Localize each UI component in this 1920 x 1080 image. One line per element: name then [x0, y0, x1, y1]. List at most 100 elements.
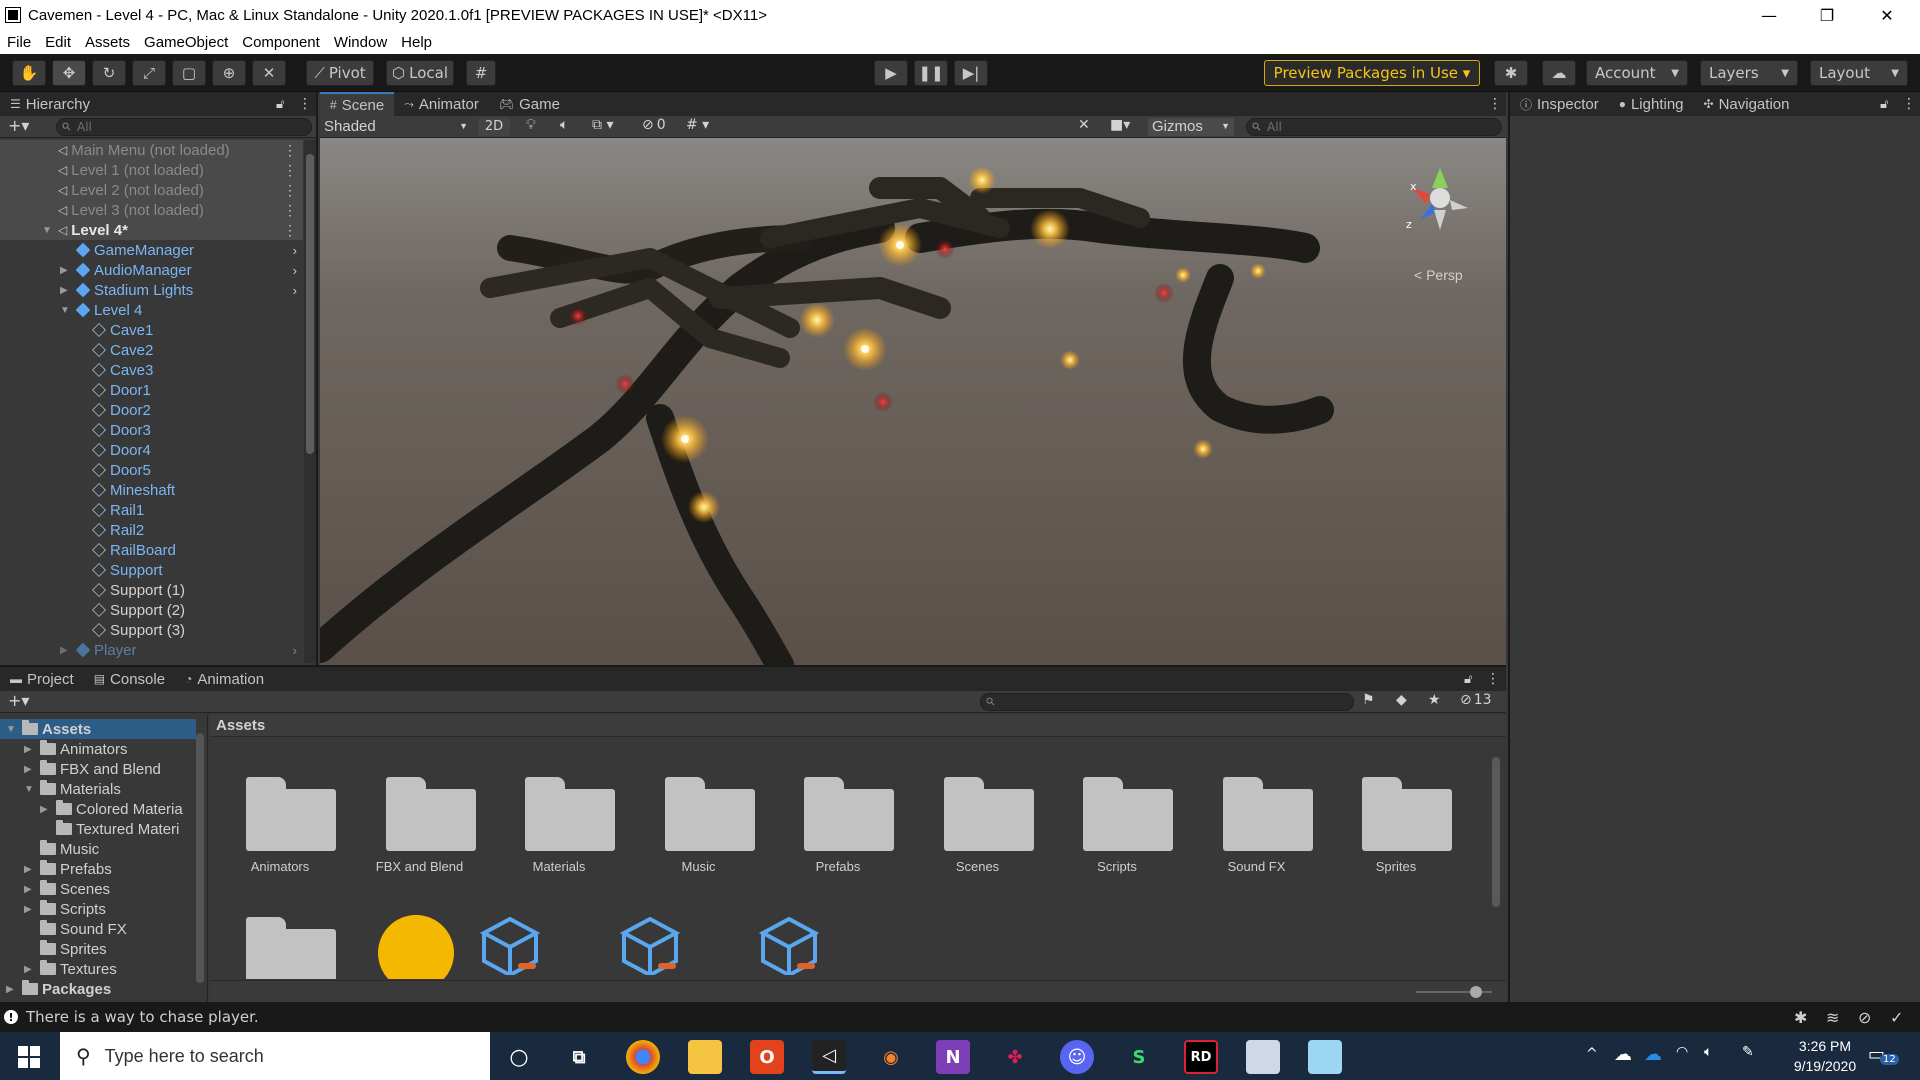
hidden-packages-icon[interactable]: ⊘ 13	[1460, 692, 1492, 708]
expand-right-icon[interactable]: ▶	[24, 964, 32, 975]
hierarchy-row[interactable]: Rail1	[0, 500, 303, 520]
kebab-icon[interactable]: ⋮	[1902, 96, 1916, 112]
layers-status-icon[interactable]: ≋	[1826, 1008, 1839, 1027]
expand-right-icon[interactable]: ▶	[60, 285, 68, 296]
asset-folder[interactable]	[210, 889, 350, 979]
scrollbar-thumb[interactable]	[306, 154, 314, 454]
clock[interactable]: 3:26 PM 9/19/2020	[1770, 1036, 1880, 1076]
asset-folder[interactable]: Animators	[210, 739, 350, 874]
hierarchy-row[interactable]: ◁ Level 3 (not loaded) ⋮	[0, 200, 303, 220]
chevron-right-icon[interactable]: ›	[293, 283, 297, 298]
app-icon[interactable]	[1308, 1040, 1342, 1074]
hierarchy-row[interactable]: Cave1	[0, 320, 303, 340]
hierarchy-row[interactable]: Door4	[0, 440, 303, 460]
sprite-asset[interactable]	[378, 915, 454, 979]
expand-right-icon[interactable]: ▶	[60, 265, 68, 276]
asset-folder[interactable]: Sprites	[1326, 739, 1466, 874]
breadcrumb[interactable]: Assets	[210, 715, 1506, 737]
tree-scrollbar[interactable]	[196, 719, 204, 999]
tools-icon[interactable]: ✕	[1078, 117, 1090, 133]
kebab-icon[interactable]: ⋮	[283, 222, 297, 239]
onedrive-icon[interactable]: ☁	[1614, 1044, 1632, 1065]
windows-start-icon[interactable]	[18, 1046, 40, 1068]
asset-folder[interactable]: Music	[629, 739, 769, 874]
asset-folder[interactable]: Prefabs	[768, 739, 908, 874]
chevron-up-icon[interactable]: ^	[1586, 1046, 1598, 1062]
hierarchy-row[interactable]: Mineshaft	[0, 480, 303, 500]
pause-button[interactable]: ❚❚	[914, 60, 948, 86]
onedrive-business-icon[interactable]: ☁	[1644, 1044, 1662, 1065]
file-explorer-icon[interactable]	[688, 1040, 722, 1074]
asset-folder[interactable]: Scripts	[1047, 739, 1187, 874]
expand-right-icon[interactable]: ▶	[24, 904, 32, 915]
unity-taskbar-icon[interactable]: ◁	[812, 1040, 846, 1074]
kebab-icon[interactable]: ⋮	[283, 202, 297, 219]
move-tool-icon[interactable]: ✥	[52, 60, 86, 86]
rotate-tool-icon[interactable]: ↻	[92, 60, 126, 86]
collab-icon[interactable]: ✱	[1494, 60, 1528, 86]
project-tree-item[interactable]: ▶ Packages	[0, 979, 196, 999]
hierarchy-row[interactable]: ▼ Level 4	[0, 300, 303, 320]
tab-navigation[interactable]: ✣ Navigation	[1694, 92, 1800, 116]
perspective-label[interactable]: < Persp	[1414, 267, 1463, 283]
camera-icon[interactable]: ■▾	[1110, 117, 1130, 133]
project-tree-item[interactable]: Sprites	[0, 939, 196, 959]
onenote-icon[interactable]: N	[936, 1040, 970, 1074]
chevron-right-icon[interactable]: ›	[293, 243, 297, 258]
kebab-icon[interactable]: ⋮	[283, 142, 297, 159]
menu-help[interactable]: Help	[394, 34, 439, 51]
scene-search[interactable]: All	[1246, 118, 1502, 136]
grid-scrollbar[interactable]	[1492, 747, 1500, 977]
zoom-slider-thumb[interactable]	[1470, 986, 1482, 998]
grid-snap-icon[interactable]: #	[466, 60, 496, 86]
hierarchy-row[interactable]: ◁ Level 1 (not loaded) ⋮	[0, 160, 303, 180]
project-tree-item[interactable]: ▶ Prefabs	[0, 859, 196, 879]
project-tree-item[interactable]: ▶ Scripts	[0, 899, 196, 919]
tab-lighting[interactable]: ● Lighting	[1609, 92, 1694, 116]
add-icon[interactable]: +▾	[8, 116, 29, 135]
hierarchy-scrollbar[interactable]	[304, 140, 316, 663]
blender-icon[interactable]: ◉	[874, 1040, 908, 1074]
chevron-right-icon[interactable]: ›	[293, 263, 297, 278]
lock-icon[interactable]: 🔓︎	[276, 97, 284, 112]
network-icon[interactable]: ⊘	[1858, 1008, 1871, 1027]
hierarchy-row[interactable]: Support (2)	[0, 600, 303, 620]
scale-tool-icon[interactable]: ⤢	[132, 60, 166, 86]
project-tree-item[interactable]: ▶ Textures	[0, 959, 196, 979]
hierarchy-row[interactable]: ▼ ◁ Level 4* ⋮	[0, 220, 303, 240]
prefab-asset-icon[interactable]	[759, 915, 819, 975]
taskbar-search[interactable]: ⚲ Type here to search	[60, 1032, 490, 1080]
restore-icon[interactable]: ❐	[1798, 0, 1856, 30]
expand-down-icon[interactable]: ▼	[60, 305, 70, 316]
discord-icon[interactable]: ☺	[1060, 1040, 1094, 1074]
prefab-asset-icon[interactable]	[619, 915, 680, 975]
prefab-asset-icon[interactable]	[480, 915, 540, 975]
expand-down-icon[interactable]: ▼	[6, 724, 16, 735]
pivot-toggle[interactable]: ⟋ Pivot	[306, 60, 374, 86]
hierarchy-row[interactable]: ▶ Player ›	[0, 640, 303, 660]
hierarchy-row[interactable]: Door5	[0, 460, 303, 480]
project-tree-item[interactable]: ▶ Animators	[0, 739, 196, 759]
expand-down-icon[interactable]: ▼	[42, 225, 52, 236]
hierarchy-row[interactable]: Rail2	[0, 520, 303, 540]
favorite-icon[interactable]: ★	[1428, 692, 1441, 708]
tab-animator[interactable]: ⤳ Animator	[394, 92, 489, 116]
rect-tool-icon[interactable]: ▢	[172, 60, 206, 86]
tab-game[interactable]: 🎮︎ Game	[489, 92, 570, 116]
scene-viewport[interactable]: x z < Persp	[320, 138, 1506, 665]
hierarchy-search[interactable]: All	[56, 118, 312, 136]
expand-down-icon[interactable]: ▼	[24, 784, 34, 795]
layout-dropdown[interactable]: Layout ▼	[1810, 60, 1908, 86]
tab-console[interactable]: ▤ Console	[84, 667, 175, 691]
hierarchy-row[interactable]: ▶ Stadium Lights ›	[0, 280, 303, 300]
label-icon[interactable]: ◆	[1396, 692, 1407, 708]
asset-folder[interactable]: Sound FX	[1187, 739, 1327, 874]
local-toggle[interactable]: ⬡ Local	[386, 60, 454, 86]
2d-toggle[interactable]: 2D	[478, 118, 510, 136]
project-tree-item[interactable]: ▶ FBX and Blend	[0, 759, 196, 779]
office-icon[interactable]: O	[750, 1040, 784, 1074]
asset-folder[interactable]: Scenes	[908, 739, 1048, 874]
transform-tool-icon[interactable]: ⊕	[212, 60, 246, 86]
chrome-icon[interactable]	[626, 1040, 660, 1074]
asset-folder[interactable]: Materials	[489, 739, 629, 874]
